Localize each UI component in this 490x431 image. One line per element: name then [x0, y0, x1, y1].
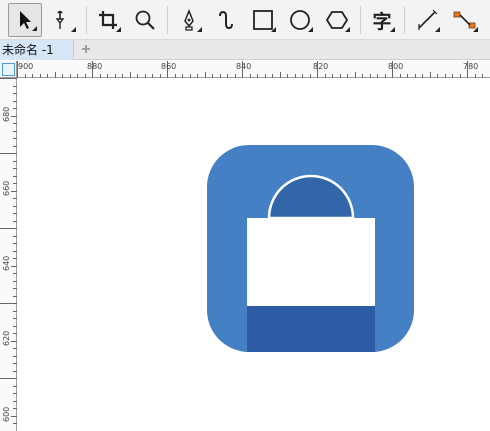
shape-tool[interactable] [46, 3, 80, 37]
polygon-tool[interactable] [320, 3, 354, 37]
document-tab[interactable]: 未命名 -1 [0, 40, 74, 60]
ellipse-tool[interactable] [283, 3, 317, 37]
pen-tool[interactable] [172, 3, 206, 37]
ruler-label: 600 [2, 406, 11, 422]
connector-tool[interactable] [448, 3, 482, 37]
ruler-label: 880 [87, 62, 103, 71]
drawing-canvas[interactable] [18, 79, 490, 431]
ruler-label: 860 [161, 62, 177, 71]
ruler-label: 640 [2, 255, 11, 271]
ruler-origin-icon [1, 62, 15, 76]
new-document-tab-button[interactable]: + [77, 42, 95, 58]
ruler-label: 840 [236, 62, 252, 71]
rectangle-tool[interactable] [246, 3, 280, 37]
magnifier-icon [135, 10, 155, 30]
ruler-label: 800 [388, 62, 404, 71]
vertical-ruler-ticks [0, 78, 17, 424]
toolbox: 字 [0, 0, 490, 40]
ruler-label: 660 [2, 180, 11, 196]
document-tab-strip: 未命名 -1 + [0, 40, 490, 60]
ruler-label: 680 [2, 106, 11, 122]
bag-bottom-band[interactable] [247, 305, 375, 352]
horizontal-ruler[interactable]: 900 880 860 840 820 800 780 [17, 61, 490, 78]
dimension-tool[interactable] [410, 3, 444, 37]
shopping-bag-artwork[interactable] [18, 79, 490, 431]
crop-tool[interactable] [91, 3, 125, 37]
vertical-ruler[interactable]: 680 660 640 620 600 [0, 78, 17, 431]
ruler-label: 820 [313, 62, 329, 71]
pick-tool[interactable] [8, 3, 42, 37]
ruler-origin[interactable] [0, 61, 17, 78]
ruler-label: 900 [18, 62, 34, 71]
ruler-label: 620 [2, 330, 11, 346]
curve-icon [219, 10, 233, 30]
zoom-tool[interactable] [128, 3, 162, 37]
bag-body[interactable] [247, 218, 375, 306]
text-glyph-icon: 字 [372, 10, 392, 33]
text-tool[interactable]: 字 [365, 3, 399, 37]
ruler-label: 780 [463, 62, 479, 71]
smart-drawing-tool[interactable] [209, 3, 243, 37]
